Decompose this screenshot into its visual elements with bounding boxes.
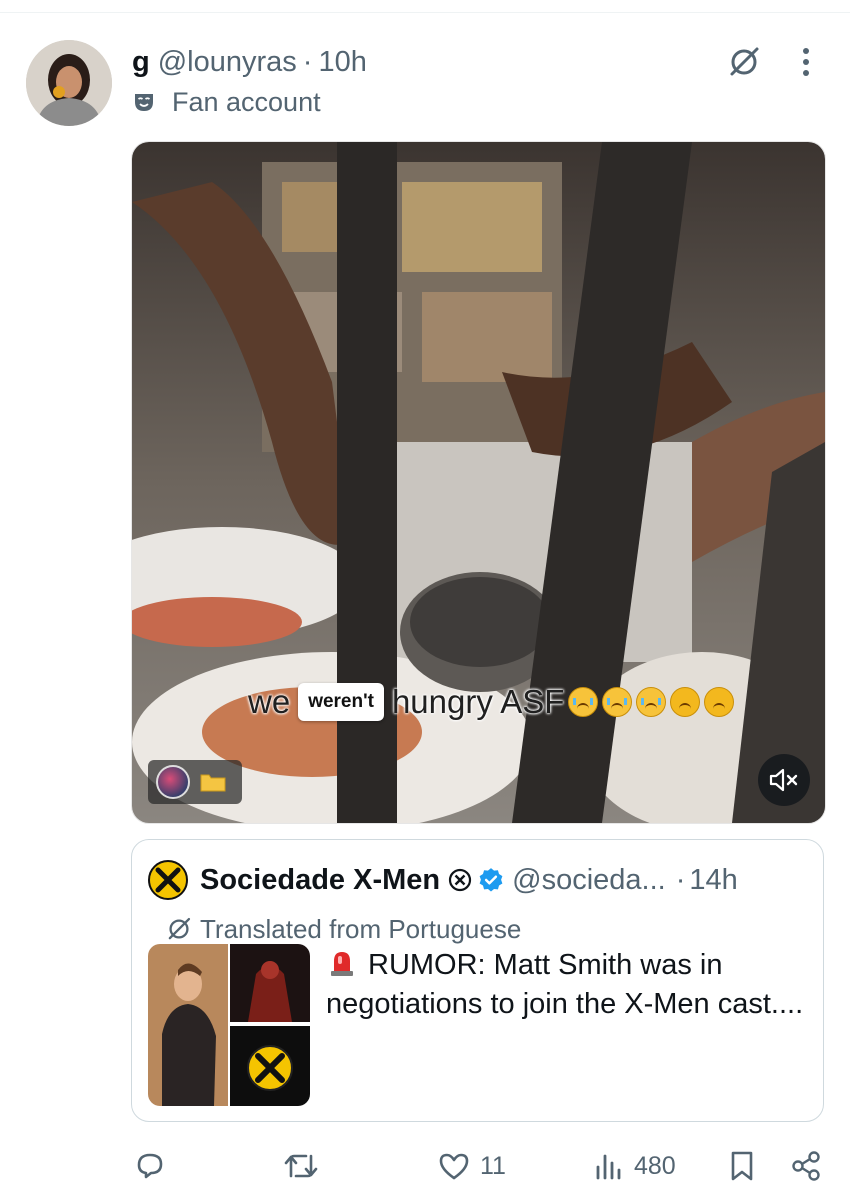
share-button[interactable] bbox=[790, 1144, 822, 1188]
siren-icon bbox=[331, 952, 353, 976]
like-count: 11 bbox=[480, 1151, 506, 1180]
xmen-logo-icon bbox=[155, 867, 181, 893]
caption-sticker: weren't bbox=[298, 683, 384, 721]
like-button[interactable]: 11 bbox=[438, 1144, 506, 1188]
caption-end: hungry ASF bbox=[391, 683, 565, 720]
retweet-button[interactable] bbox=[282, 1144, 330, 1188]
quoted-display-name[interactable]: Sociedade X-Men bbox=[200, 864, 440, 897]
quoted-handle[interactable]: @socieda... bbox=[512, 864, 666, 897]
translated-label[interactable]: Translated from Portuguese bbox=[166, 912, 521, 946]
reply-icon bbox=[137, 1153, 163, 1179]
grok-button[interactable] bbox=[724, 42, 764, 82]
mute-icon bbox=[769, 768, 798, 792]
label-text: Fan account bbox=[172, 86, 321, 117]
quoted-media-thumbnails bbox=[148, 944, 310, 1106]
video-sticker bbox=[148, 760, 242, 804]
top-divider bbox=[0, 12, 850, 13]
quoted-tweet-header: Sociedade X-Men @socieda... · 14h bbox=[148, 860, 738, 900]
crying-emoji-icon bbox=[568, 687, 599, 717]
grok-icon bbox=[730, 47, 759, 76]
verified-icon bbox=[479, 868, 503, 892]
separator: · bbox=[675, 863, 686, 896]
fan-mask-icon bbox=[135, 94, 153, 111]
reply-button[interactable] bbox=[134, 1144, 176, 1188]
sticker-avatar bbox=[156, 765, 190, 799]
crying-emoji-icon bbox=[636, 687, 667, 717]
bookmark-button[interactable] bbox=[728, 1144, 756, 1188]
avatar[interactable] bbox=[26, 40, 112, 126]
quoted-time[interactable]: 14h bbox=[689, 864, 737, 897]
affiliate-badge-icon bbox=[449, 868, 472, 892]
quoted-text-body: RUMOR: Matt Smith was in negotiations to… bbox=[326, 949, 804, 1020]
translate-icon bbox=[168, 917, 191, 940]
weary-emoji-icon bbox=[704, 687, 735, 717]
video-caption: we weren't hungry ASF bbox=[248, 680, 735, 724]
quoted-tweet-text: RUMOR: Matt Smith was in negotiations to… bbox=[326, 946, 806, 1024]
display-name[interactable]: g bbox=[132, 46, 150, 79]
mute-button[interactable] bbox=[758, 754, 810, 806]
views-button[interactable]: 480 bbox=[594, 1144, 676, 1188]
fan-account-label: Fan account bbox=[132, 84, 321, 120]
avatar-photo bbox=[26, 40, 112, 126]
quoted-media-grid[interactable] bbox=[148, 944, 310, 1106]
bookmark-icon bbox=[731, 1151, 753, 1181]
translated-text: Translated from Portuguese bbox=[200, 913, 522, 944]
tweet-time[interactable]: 10h bbox=[318, 46, 366, 79]
user-handle[interactable]: @lounyras bbox=[158, 46, 297, 79]
like-icon bbox=[439, 1153, 469, 1180]
video-media[interactable]: we weren't hungry ASF bbox=[131, 141, 826, 824]
quoted-avatar[interactable] bbox=[148, 860, 188, 900]
separator: · bbox=[302, 45, 313, 78]
share-icon bbox=[792, 1151, 820, 1181]
action-bar: 11 480 bbox=[0, 1144, 850, 1188]
folder-icon bbox=[200, 774, 226, 792]
retweet-icon bbox=[284, 1154, 318, 1178]
quoted-tweet[interactable]: Sociedade X-Men @socieda... · 14h Transl… bbox=[131, 839, 824, 1122]
crying-emoji-icon bbox=[602, 687, 633, 717]
caption-start: we bbox=[248, 683, 291, 720]
views-icon bbox=[596, 1154, 621, 1180]
tweet-header: g @lounyras · 10h bbox=[132, 42, 367, 82]
more-icon bbox=[803, 48, 809, 76]
views-count: 480 bbox=[634, 1151, 676, 1180]
weary-emoji-icon bbox=[670, 687, 701, 717]
more-button[interactable] bbox=[786, 42, 826, 82]
